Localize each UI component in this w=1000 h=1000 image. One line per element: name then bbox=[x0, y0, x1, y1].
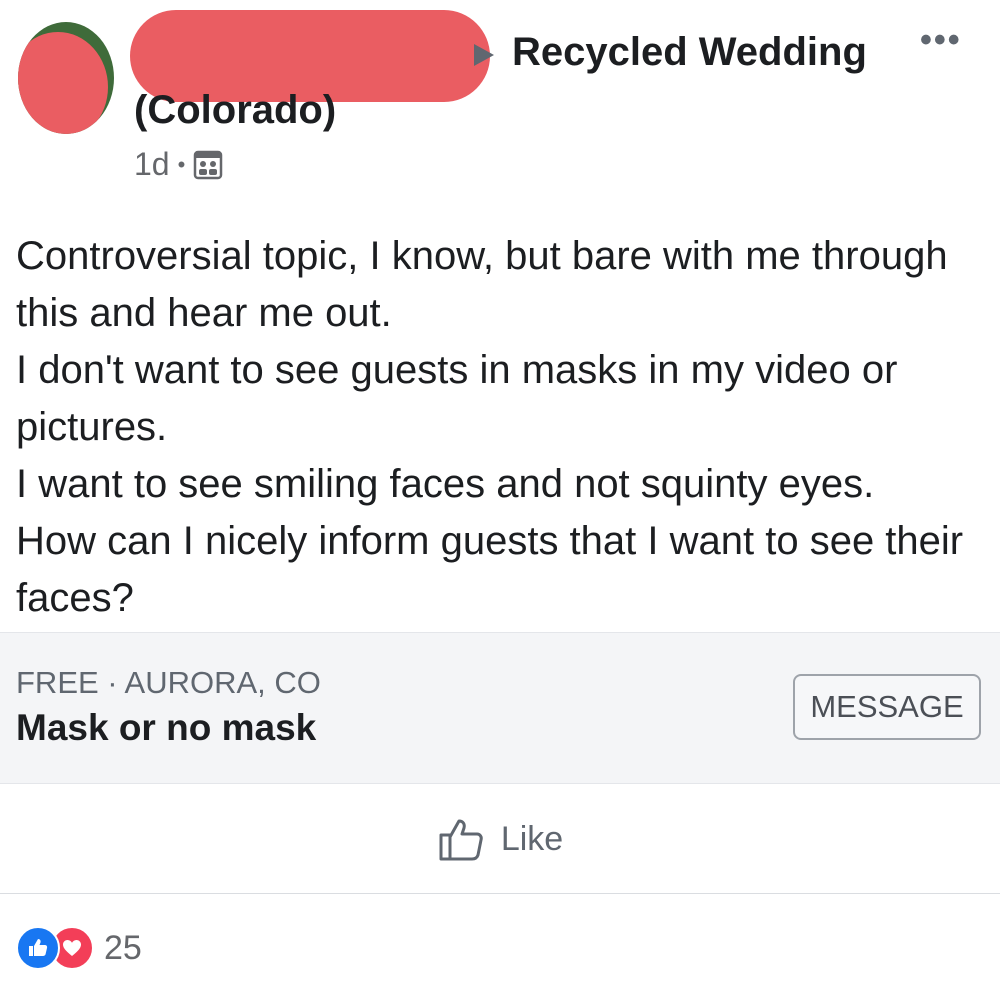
post-meta: 1d • bbox=[134, 146, 223, 183]
shared-to-arrow-icon bbox=[474, 44, 494, 66]
post-body-line: I don't want to see guests in masks in m… bbox=[16, 348, 898, 449]
listing-title: Mask or no mask bbox=[16, 707, 317, 748]
thumbs-up-icon bbox=[439, 819, 483, 861]
post-body-line: Controversial topic, I know, but bare wi… bbox=[16, 234, 948, 335]
action-bar: Like bbox=[0, 785, 1000, 894]
listing-subtitle: FREE · AURORA, CO bbox=[16, 665, 321, 700]
meta-separator: • bbox=[177, 151, 186, 177]
post-time[interactable]: 1d bbox=[134, 146, 170, 183]
avatar[interactable] bbox=[18, 22, 114, 134]
group-name[interactable]: Recycled Wedding bbox=[512, 30, 867, 75]
message-button[interactable]: MESSAGE bbox=[793, 674, 981, 740]
like-reaction-icon bbox=[16, 926, 60, 970]
post-body-line: How can I nicely inform guests that I wa… bbox=[16, 519, 964, 620]
group-name-continued[interactable]: (Colorado) bbox=[134, 88, 336, 133]
group-icon bbox=[193, 150, 223, 180]
marketplace-listing[interactable]: FREE · AURORA, CO Mask or no mask MESSAG… bbox=[0, 632, 1000, 784]
like-button[interactable]: Like bbox=[437, 815, 563, 863]
more-options-icon[interactable]: ••• bbox=[920, 23, 962, 57]
reaction-count: 25 bbox=[104, 928, 142, 967]
reactions-summary[interactable]: 25 bbox=[16, 926, 142, 970]
like-label: Like bbox=[500, 819, 564, 858]
avatar-redaction bbox=[18, 32, 108, 134]
post-body-line: I want to see smiling faces and not squi… bbox=[16, 462, 875, 506]
post-body: Controversial topic, I know, but bare wi… bbox=[16, 228, 986, 627]
